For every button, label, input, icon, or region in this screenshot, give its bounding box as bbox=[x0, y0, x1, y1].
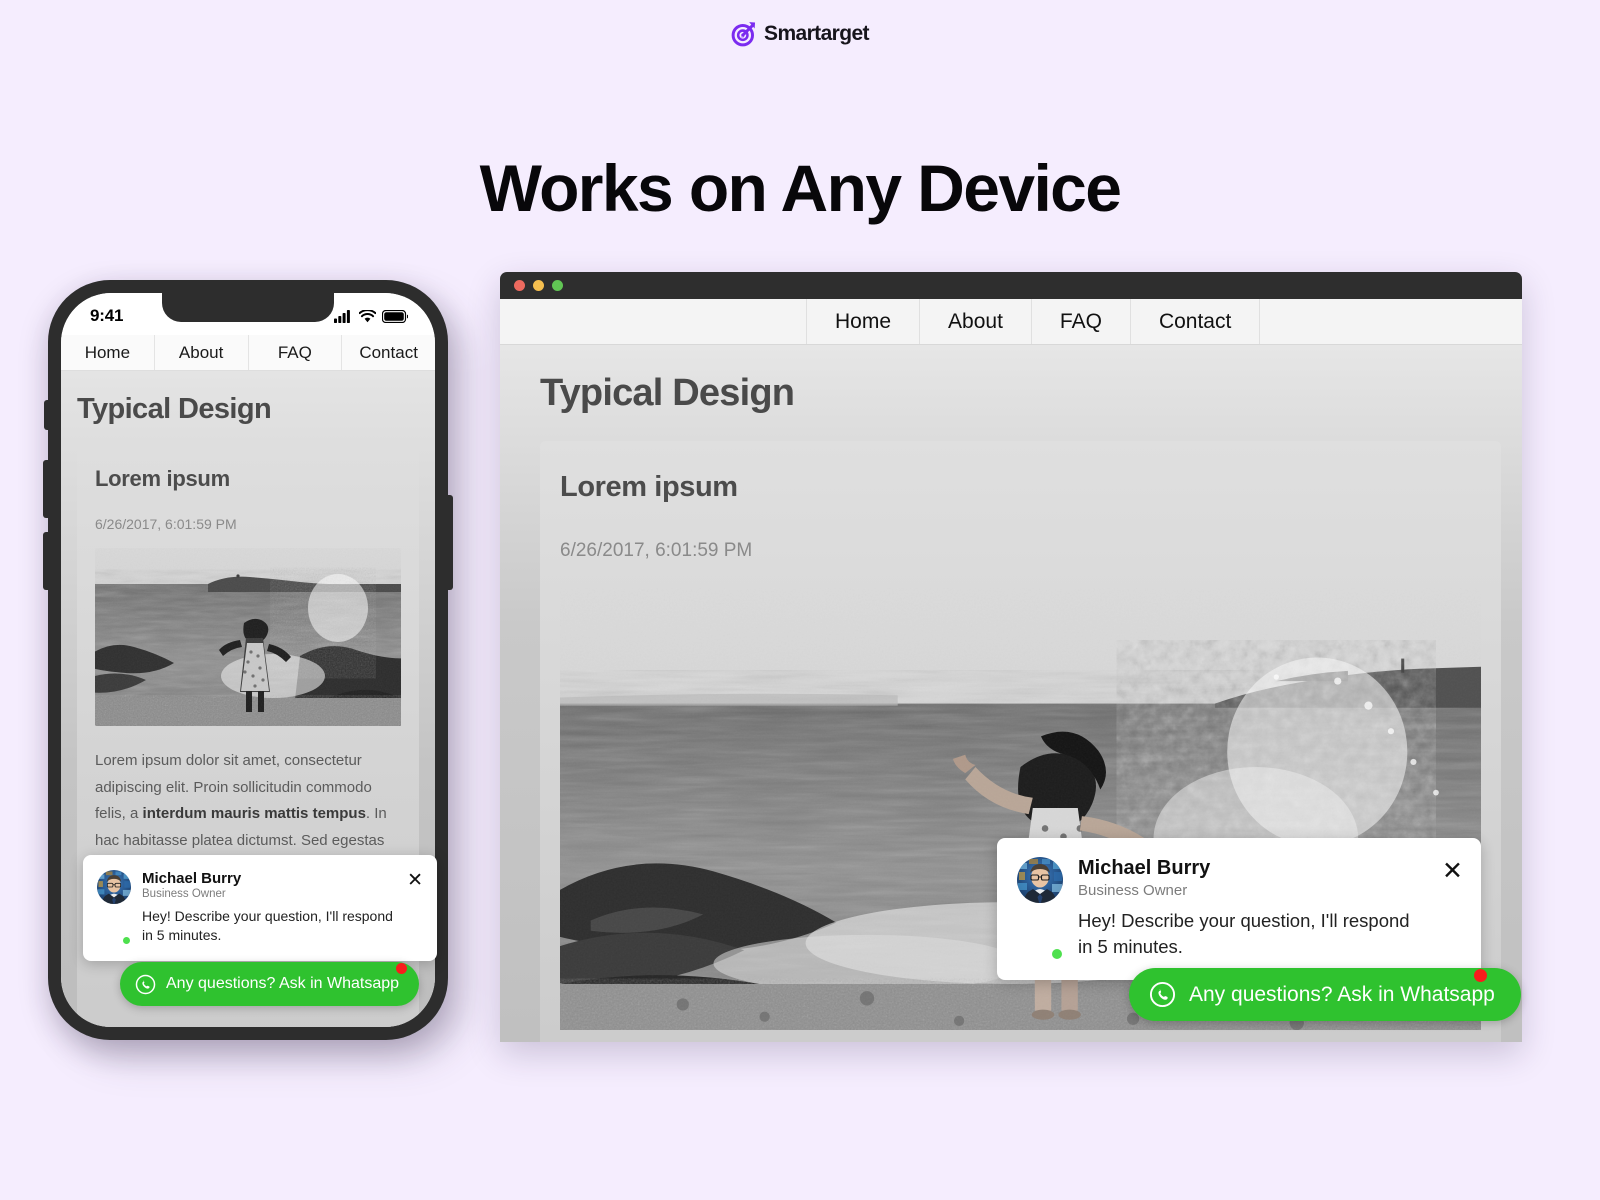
desktop-title-bar bbox=[500, 272, 1522, 299]
desktop-article-title: Lorem ipsum bbox=[560, 471, 738, 503]
phone-chat-agent-name: Michael Burry bbox=[142, 870, 242, 887]
whatsapp-icon bbox=[1149, 981, 1176, 1008]
page-title: Works on Any Device bbox=[479, 151, 1122, 225]
battery-icon bbox=[382, 309, 408, 323]
phone-chat-agent-role: Business Owner bbox=[142, 888, 226, 900]
phone-notch bbox=[162, 293, 334, 322]
desktop-whatsapp-cta-label: Any questions? Ask in Whatsapp bbox=[1189, 982, 1495, 1006]
cellular-signal-icon bbox=[334, 309, 350, 323]
online-status-dot bbox=[1051, 947, 1063, 960]
status-time: 9:41 bbox=[90, 306, 124, 325]
phone-volume-up-button[interactable] bbox=[43, 460, 49, 518]
desktop-page-heading: Typical Design bbox=[540, 372, 795, 414]
phone-nav-item-about[interactable]: About bbox=[155, 335, 249, 370]
desktop-nav-item-faq[interactable]: FAQ bbox=[1032, 299, 1131, 344]
desktop-chat-avatar-wrap bbox=[1017, 857, 1063, 961]
phone-whatsapp-cta-label: Any questions? Ask in Whatsapp bbox=[166, 975, 400, 992]
desktop-site-nav: Home About FAQ Contact bbox=[500, 299, 1522, 345]
whatsapp-icon bbox=[135, 974, 156, 994]
phone-nav-item-faq[interactable]: FAQ bbox=[249, 335, 343, 370]
desktop-chat-agent-role: Business Owner bbox=[1078, 882, 1188, 899]
target-arrow-icon: S bbox=[731, 22, 756, 47]
phone-chat-popup: Michael Burry Business Owner Hey! Descri… bbox=[83, 855, 437, 961]
phone-site-nav: Home About FAQ Contact bbox=[61, 335, 435, 371]
window-maximize-button[interactable] bbox=[552, 280, 563, 291]
phone-mute-switch[interactable] bbox=[44, 400, 49, 430]
online-status-dot bbox=[122, 935, 131, 945]
avatar bbox=[97, 870, 131, 904]
phone-nav-item-home[interactable]: Home bbox=[61, 335, 155, 370]
phone-whatsapp-notification-badge bbox=[396, 963, 407, 974]
phone-chat-avatar-wrap bbox=[97, 870, 131, 946]
phone-page-heading: Typical Design bbox=[77, 393, 272, 425]
desktop-article-date: 6/26/2017, 6:01:59 PM bbox=[560, 540, 753, 561]
window-minimize-button[interactable] bbox=[533, 280, 544, 291]
phone-volume-down-button[interactable] bbox=[43, 532, 49, 590]
phone-article-title: Lorem ipsum bbox=[95, 466, 230, 491]
desktop-whatsapp-notification-badge bbox=[1474, 969, 1487, 982]
phone-article-date: 6/26/2017, 6:01:59 PM bbox=[95, 516, 237, 532]
phone-chat-content: Michael Burry Business Owner Hey! Descri… bbox=[142, 870, 396, 946]
svg-text:S: S bbox=[741, 33, 745, 40]
phone-chat-message: Hey! Describe your question, I'll respon… bbox=[142, 908, 393, 944]
desktop-chat-close-icon[interactable]: ✕ bbox=[1442, 859, 1463, 961]
desktop-nav-item-contact[interactable]: Contact bbox=[1131, 299, 1261, 344]
desktop-chat-popup: Michael Burry Business Owner Hey! Descri… bbox=[997, 838, 1481, 980]
phone-power-button[interactable] bbox=[447, 495, 453, 590]
desktop-nav-item-about[interactable]: About bbox=[920, 299, 1032, 344]
phone-chat-close-icon[interactable]: ✕ bbox=[407, 871, 423, 946]
brand-name: Smartarget bbox=[764, 21, 869, 45]
brand-logo-lockup: S Smartarget bbox=[0, 20, 1600, 47]
phone-article-photo bbox=[95, 548, 401, 726]
phone-mockup: 9:41 Home About FAQ Contact Typical Desi… bbox=[43, 280, 466, 1060]
phone-whatsapp-cta-button[interactable]: Any questions? Ask in Whatsapp bbox=[120, 962, 420, 1006]
desktop-chat-message: Hey! Describe your question, I'll respon… bbox=[1078, 910, 1410, 958]
desktop-whatsapp-cta-button[interactable]: Any questions? Ask in Whatsapp bbox=[1129, 968, 1521, 1021]
phone-nav-item-contact[interactable]: Contact bbox=[342, 335, 435, 370]
desktop-chat-content: Michael Burry Business Owner Hey! Descri… bbox=[1078, 857, 1427, 961]
desktop-chat-agent-name: Michael Burry bbox=[1078, 857, 1211, 879]
window-close-button[interactable] bbox=[514, 280, 525, 291]
avatar bbox=[1017, 857, 1063, 903]
desktop-nav-item-home[interactable]: Home bbox=[806, 299, 921, 344]
phone-body-emphasis: interdum mauris mattis tempus bbox=[142, 805, 366, 823]
wifi-icon bbox=[359, 309, 376, 322]
